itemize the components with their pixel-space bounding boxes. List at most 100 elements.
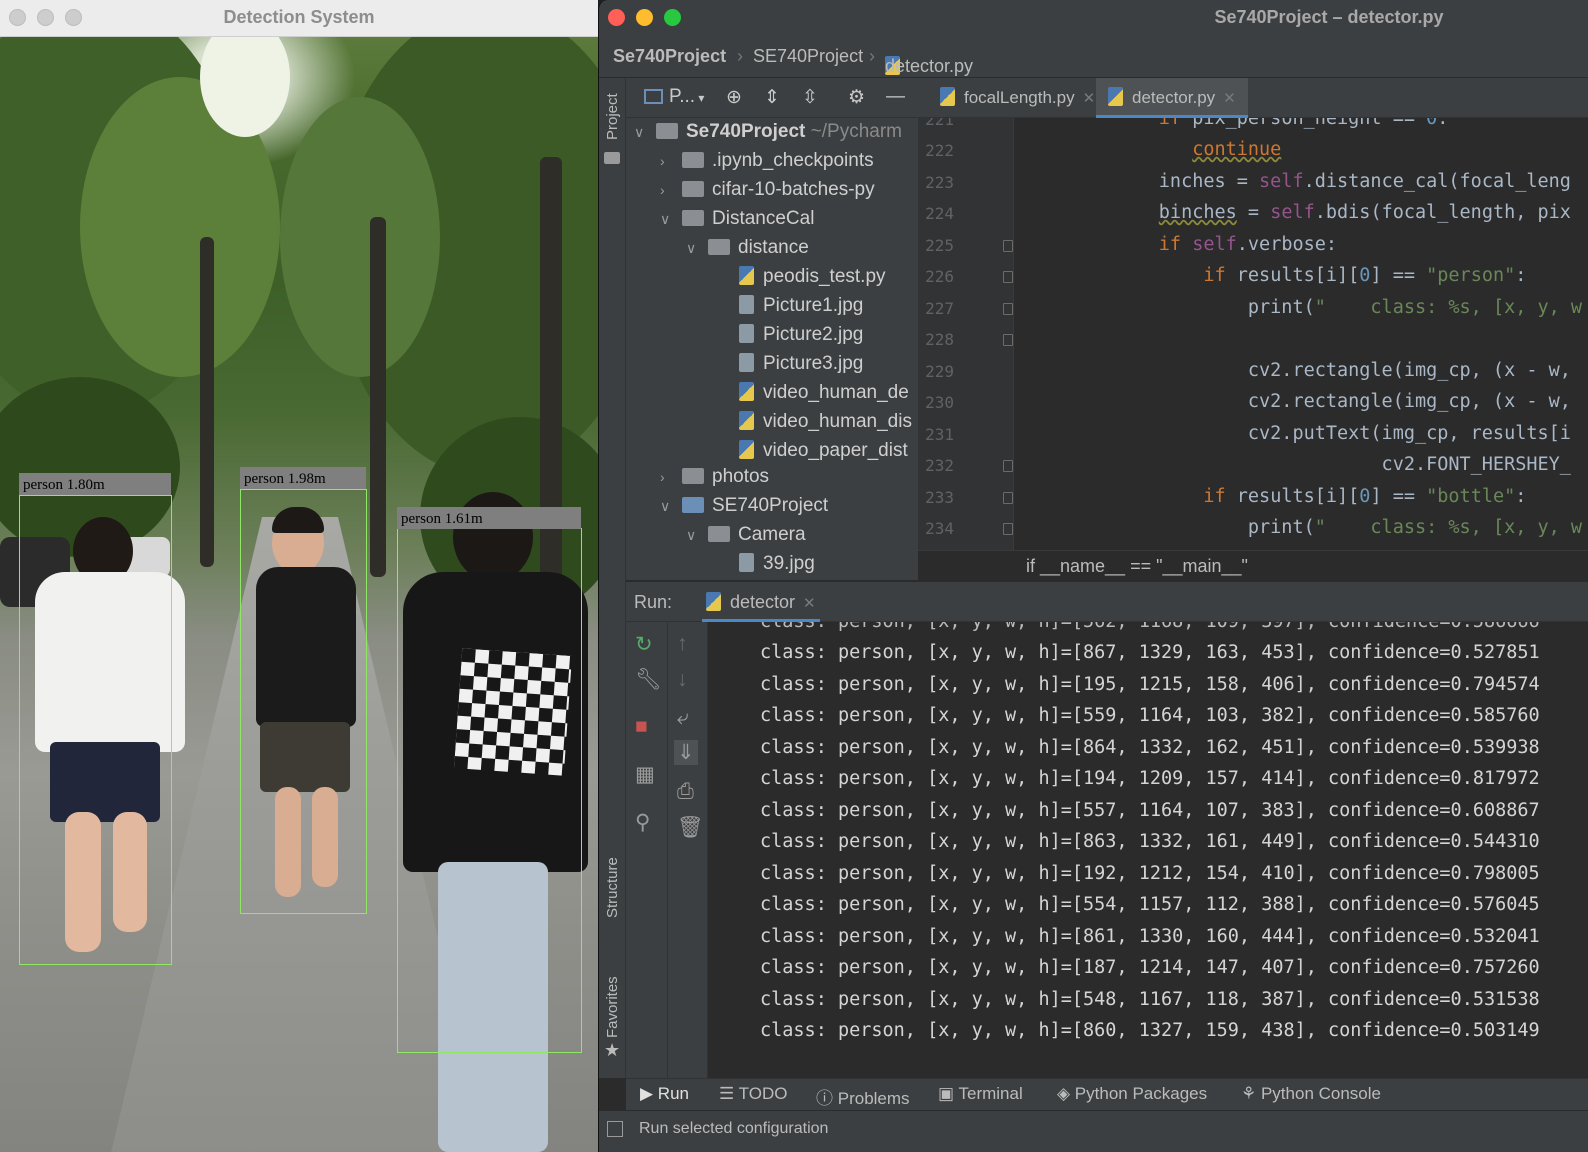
tree-item-file[interactable]: video_paper_dist	[739, 436, 908, 465]
fold-marker-icon[interactable]	[1003, 240, 1013, 252]
hide-icon[interactable]: —	[886, 86, 905, 108]
tree-item-folder[interactable]: › photos	[660, 462, 769, 491]
tree-item-file[interactable]: Picture3.jpg	[739, 349, 863, 378]
code-line: cv2.rectangle(img_cp, (x - w,	[1014, 360, 1571, 381]
console-line: class: person, [x, y, w, h]=[192, 1212, …	[760, 863, 1540, 884]
fold-marker-icon[interactable]	[1003, 334, 1013, 346]
packages-icon: ◈	[1057, 1084, 1075, 1103]
tab-terminal[interactable]: ▣ Terminal	[938, 1084, 1023, 1104]
detection-label: person 1.61m	[397, 507, 581, 529]
scroll-to-end-icon[interactable]: ⇓	[674, 740, 698, 765]
tree-item-root[interactable]: ∨ Se740Project ~/Pycharm	[634, 117, 902, 146]
fold-marker-icon[interactable]	[1003, 492, 1013, 504]
status-bar: Run selected configuration	[599, 1110, 1588, 1152]
tab-python-packages[interactable]: ◈ Python Packages	[1057, 1084, 1207, 1104]
breadcrumb-item[interactable]: SE740Project	[753, 46, 863, 67]
run-config-tab[interactable]: detector ✕	[702, 582, 820, 622]
favorites-tool-button[interactable]: Favorites	[604, 976, 621, 1038]
project-view-selector[interactable]: P... ▾	[644, 86, 704, 108]
run-panel-header: Run: detector ✕	[626, 582, 1588, 622]
print-icon[interactable]: ⎙	[677, 780, 694, 804]
tree-item-file[interactable]: video_human_dis	[739, 407, 912, 436]
project-tool-button[interactable]: Project	[604, 93, 621, 140]
tab-todo[interactable]: ☰ TODO	[719, 1084, 787, 1104]
folder-icon	[656, 123, 678, 139]
tree-item-file[interactable]: 39.jpg	[739, 549, 815, 578]
run-toolbar-primary: ↻ 🔧︎ ■ ▦ ⚲	[626, 622, 668, 1078]
close-icon[interactable]: ✕	[803, 595, 816, 612]
tree-item-file[interactable]: video_human_de	[739, 378, 909, 407]
fold-marker-icon[interactable]	[1003, 303, 1013, 315]
python-file-icon	[1108, 87, 1123, 106]
tab-run[interactable]: ▶ Run	[640, 1084, 689, 1104]
layout-icon[interactable]: ▦	[635, 762, 655, 787]
tree-item-folder[interactable]: › .ipynb_checkpoints	[660, 146, 874, 175]
gear-icon[interactable]: ⚙	[848, 86, 865, 109]
console-line: class: person, [x, y, w, h]=[864, 1332, …	[760, 737, 1540, 758]
close-icon[interactable]: ✕	[1223, 90, 1236, 107]
tree-item-folder[interactable]: › cifar-10-batches-py	[660, 175, 875, 204]
detection-window: Detection System person 1.80m person 1.9…	[0, 0, 598, 1152]
line-gutter: 221 222 223 224 225 226 227 228 229 230 …	[918, 118, 1014, 550]
close-icon[interactable]: ✕	[1083, 90, 1096, 107]
collapse-all-icon[interactable]: ⇳	[802, 86, 818, 109]
tree-item-folder[interactable]: ∨ distance	[686, 233, 809, 262]
chevron-down-icon: ∨	[660, 211, 671, 227]
expand-all-icon[interactable]: ⇕	[764, 86, 780, 109]
soft-wrap-icon[interactable]: ⤶	[677, 706, 689, 730]
tree-item-file[interactable]: Picture1.jpg	[739, 291, 863, 320]
wrench-icon[interactable]: 🔧︎	[635, 668, 662, 692]
chevron-down-icon: ∨	[660, 498, 671, 514]
tree-canopy	[280, 97, 440, 377]
breadcrumb-item[interactable]: Se740Project	[613, 46, 726, 67]
tree-item-file[interactable]: Picture2.jpg	[739, 320, 863, 349]
code-line: inches = self.distance_cal(focal_leng	[1014, 171, 1571, 192]
rerun-icon[interactable]: ↻	[635, 632, 653, 657]
pin-icon[interactable]: ⚲	[635, 810, 650, 835]
structure-tool-button[interactable]: Structure	[604, 857, 621, 918]
locate-icon[interactable]: ⊕	[726, 86, 742, 109]
arrow-down-icon[interactable]: ↓	[677, 668, 688, 692]
console-line: class: person, [x, y, w, h]=[194, 1209, …	[760, 768, 1540, 789]
code-editor[interactable]: 221 222 223 224 225 226 227 228 229 230 …	[918, 118, 1588, 550]
code-structure-breadcrumb[interactable]: if __name__ == "__main__"	[918, 550, 1588, 582]
console-line: class: person, [x, y, w, h]=[557, 1164, …	[760, 800, 1540, 821]
arrow-up-icon[interactable]: ↑	[677, 632, 688, 656]
tab-detector[interactable]: detector.py ✕	[1096, 78, 1248, 118]
fold-marker-icon[interactable]	[1003, 271, 1013, 283]
code-breadcrumb-label[interactable]: if __name__ == "__main__"	[1026, 556, 1248, 577]
panel-toggle-icon[interactable]	[607, 1121, 623, 1137]
tree-trunk	[370, 217, 386, 577]
detection-box	[19, 495, 172, 965]
run-console[interactable]: class: person, [x, y, w, h]=[562, 1168, …	[708, 622, 1588, 1078]
tree-item-folder[interactable]: ∨ DistanceCal	[660, 204, 814, 233]
ide-window-title: Se740Project – detector.py	[1214, 7, 1444, 27]
code-line: cv2.putText(img_cp, results[i	[1014, 423, 1571, 444]
tree-trunk	[200, 237, 214, 567]
navigation-breadcrumb: Se740Project › SE740Project › detector.p…	[599, 36, 1588, 78]
chevron-down-icon: ∨	[686, 527, 697, 543]
tab-focallength[interactable]: focalLength.py ✕	[932, 78, 1103, 118]
folder-icon	[708, 239, 730, 255]
code-line: binches = self.bdis(focal_length, pix	[1158, 202, 1571, 223]
chevron-right-icon: ›	[660, 469, 665, 485]
tab-python-console[interactable]: ⚘ Python Console	[1241, 1084, 1381, 1104]
line-number: 234	[925, 519, 954, 538]
chevron-down-icon: ∨	[634, 124, 645, 140]
tree-item-folder[interactable]: ∨ Camera	[686, 520, 806, 549]
tree-item-folder[interactable]: ∨ SE740Project	[660, 491, 828, 520]
info-icon: ⓘ	[816, 1089, 838, 1108]
trash-icon[interactable]: 🗑︎	[677, 816, 704, 840]
project-panel: P... ▾ ⊕ ⇕ ⇳ ⚙ — ∨ Se740Project ~/Pycharm…	[626, 78, 918, 580]
stop-icon[interactable]: ■	[635, 715, 648, 739]
fold-marker-icon[interactable]	[1003, 460, 1013, 472]
tree-item-file[interactable]: peodis_test.py	[739, 262, 886, 291]
image-file-icon	[739, 295, 754, 314]
line-number: 229	[925, 362, 954, 381]
tab-problems[interactable]: ⓘ Problems	[816, 1084, 910, 1109]
console-line: class: person, [x, y, w, h]=[548, 1167, …	[760, 989, 1540, 1010]
detection-window-title: Detection System	[223, 7, 375, 27]
fold-marker-icon[interactable]	[1003, 523, 1013, 535]
folder-icon	[682, 181, 704, 197]
play-icon: ▶	[640, 1084, 658, 1103]
